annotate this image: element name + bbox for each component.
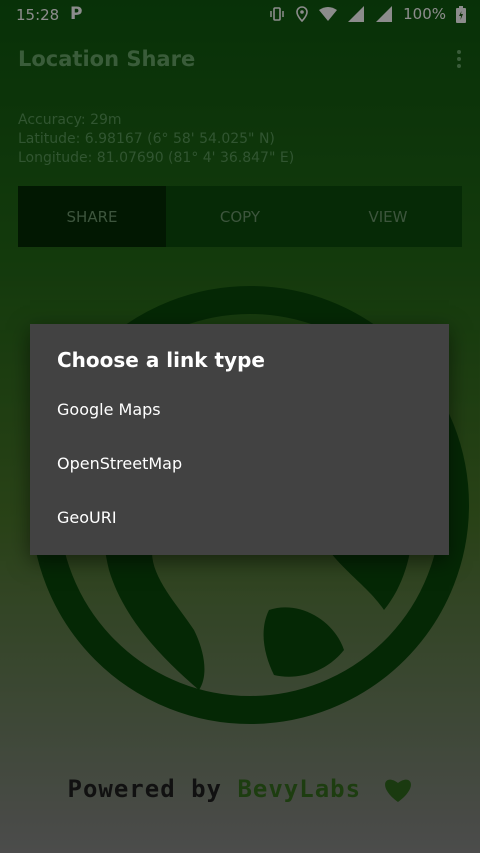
link-type-dialog: Choose a link type Google Maps OpenStree… <box>30 324 449 555</box>
powered-by-text: Powered by <box>67 775 222 803</box>
powered-by-footer: Powered by BevyLabs <box>0 775 480 803</box>
option-label: GeoURI <box>57 508 117 527</box>
option-label: OpenStreetMap <box>57 454 183 473</box>
option-label: Google Maps <box>57 400 161 419</box>
heart-icon <box>384 779 411 802</box>
option-geouri[interactable]: GeoURI <box>30 492 449 546</box>
dialog-title: Choose a link type <box>57 348 265 372</box>
option-openstreetmap[interactable]: OpenStreetMap <box>30 438 449 492</box>
brand-name: BevyLabs <box>237 775 362 803</box>
option-google-maps[interactable]: Google Maps <box>30 384 449 438</box>
